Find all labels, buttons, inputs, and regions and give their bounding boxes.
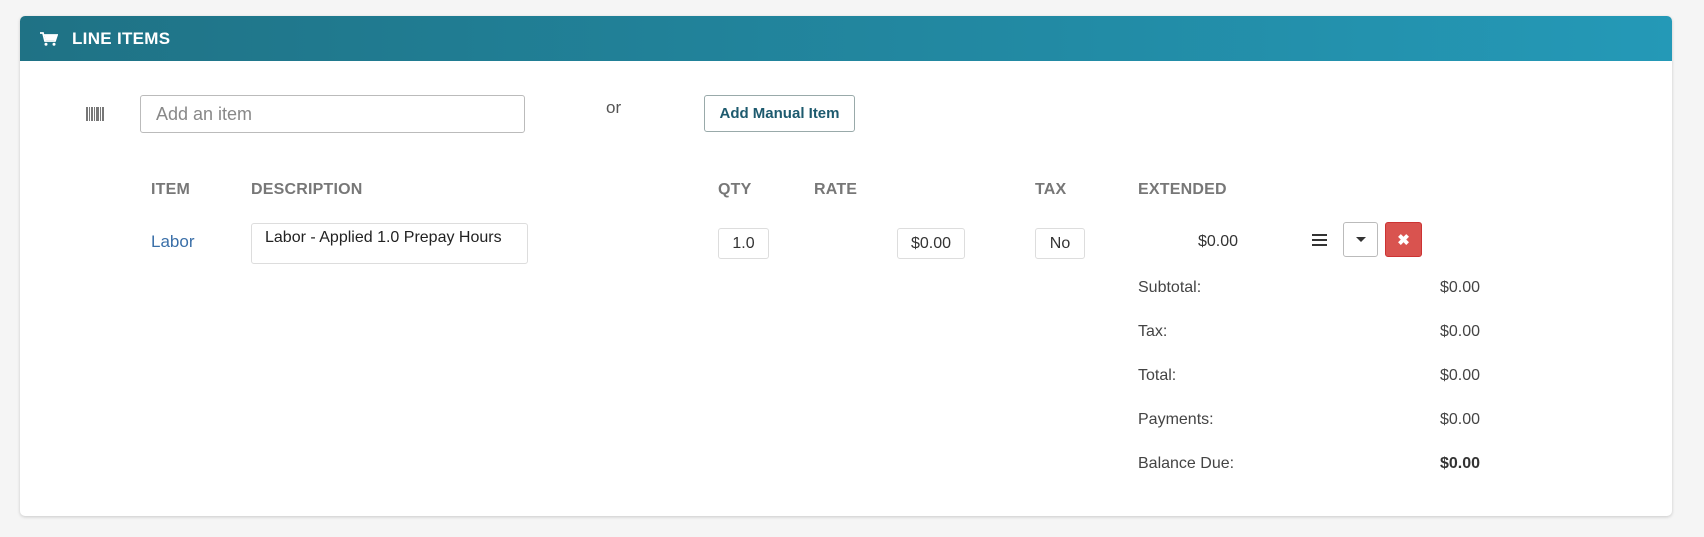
subtotal-value: $0.00 [1439, 279, 1480, 296]
tax-field[interactable]: No [1035, 228, 1085, 259]
total-label: Total: [1138, 367, 1177, 384]
balance-due-value: $0.00 [1439, 455, 1480, 472]
total-value: $0.00 [1439, 367, 1480, 384]
column-header-rate: RATE [814, 181, 858, 198]
column-header-tax: TAX [1035, 181, 1067, 198]
description-field[interactable]: Labor - Applied 1.0 Prepay Hours [251, 223, 528, 264]
tax-label: Tax: [1138, 323, 1168, 340]
extended-value: $0.00 [1198, 233, 1239, 250]
payments-label: Payments: [1138, 411, 1214, 428]
column-header-qty: QTY [718, 181, 752, 198]
column-header-description: DESCRIPTION [251, 181, 363, 198]
row-options-dropdown-button[interactable] [1343, 222, 1378, 257]
panel-header: LINE ITEMS [20, 16, 1672, 61]
add-manual-item-button[interactable]: Add Manual Item [704, 95, 855, 132]
or-label: or [606, 98, 622, 117]
subtotal-label: Subtotal: [1138, 279, 1202, 296]
payments-value: $0.00 [1439, 411, 1480, 428]
line-items-panel: LINE ITEMS [20, 16, 1672, 516]
panel-title: LINE ITEMS [72, 28, 171, 48]
add-item-input[interactable] [140, 95, 525, 133]
delete-row-button[interactable]: ✖ [1385, 222, 1422, 257]
hamburger-menu-icon[interactable] [1312, 234, 1327, 246]
tax-value: $0.00 [1439, 323, 1480, 340]
shopping-cart-icon [40, 31, 58, 46]
caret-down-icon [1355, 237, 1366, 242]
column-header-extended: EXTENDED [1138, 181, 1227, 198]
balance-due-label: Balance Due: [1138, 455, 1235, 472]
close-icon: ✖ [1397, 231, 1410, 249]
line-item-link[interactable]: Labor [151, 232, 194, 252]
qty-field[interactable]: 1.0 [718, 228, 769, 259]
barcode-icon [86, 107, 104, 121]
column-header-item: ITEM [151, 181, 191, 198]
rate-field[interactable]: $0.00 [897, 228, 965, 259]
